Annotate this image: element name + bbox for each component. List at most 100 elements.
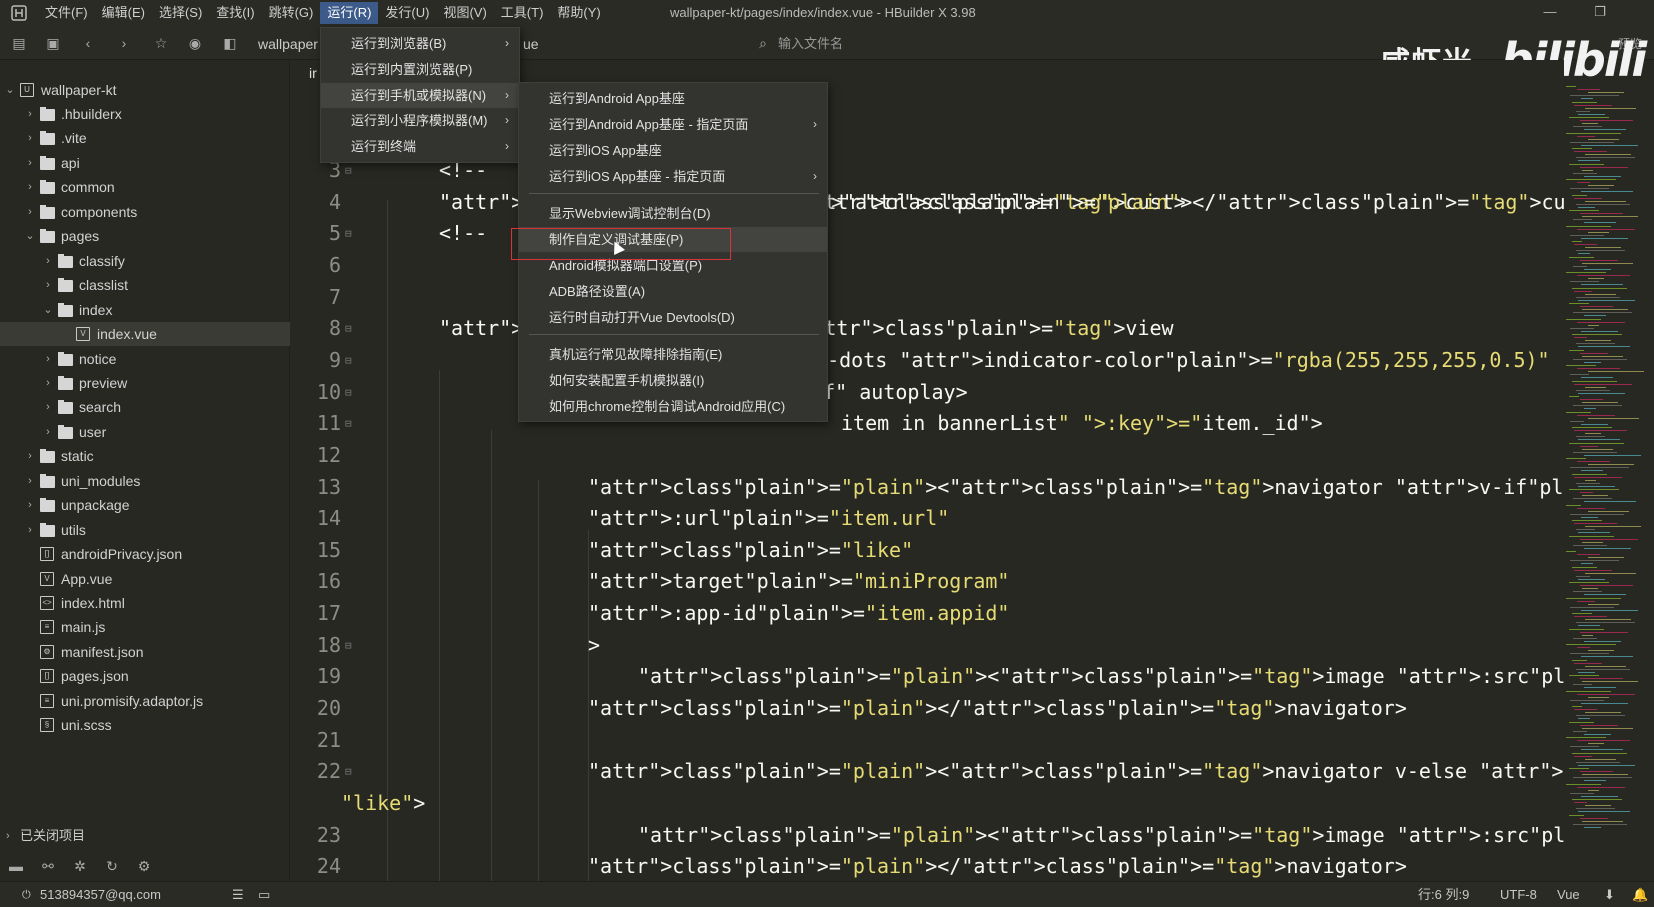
star-icon[interactable]: ☆ <box>150 32 172 54</box>
submenu-item[interactable]: 运行到iOS App基座 - 指定页面 › <box>519 164 827 189</box>
submenu-item[interactable]: ADB路径设置(A) <box>519 279 827 304</box>
menu-view[interactable]: 视图(V) <box>436 2 493 24</box>
chevron-right-icon[interactable]: › <box>24 151 36 175</box>
fold-icon[interactable]: ⊟ <box>345 417 352 430</box>
submenu-item[interactable]: 运行时自动打开Vue Devtools(D) <box>519 305 827 330</box>
bug-icon[interactable]: ✲ <box>70 856 90 876</box>
toolbar-tab-label[interactable]: wallpaper <box>258 32 318 56</box>
chevron-right-icon[interactable]: › <box>24 126 36 150</box>
toolbar-tab-suffix[interactable]: ue <box>523 32 539 56</box>
menu-find[interactable]: 查找(I) <box>209 2 261 24</box>
chevron-right-icon[interactable]: › <box>42 249 54 273</box>
fold-icon[interactable]: ⊟ <box>345 354 352 367</box>
tree-item--vite[interactable]: › .vite <box>0 126 290 150</box>
tree-item-uni-modules[interactable]: › uni_modules <box>0 469 290 493</box>
chevron-right-icon[interactable]: › <box>42 371 54 395</box>
tree-item-manifest-json[interactable]: ⚙ manifest.json <box>0 640 290 664</box>
run-menu-item[interactable]: 运行到小程序模拟器(M) › <box>321 108 519 133</box>
tree-item-androidprivacy-json[interactable]: [] androidPrivacy.json <box>0 542 290 566</box>
tree-item-user[interactable]: › user <box>0 420 290 444</box>
account-label[interactable]: 513894357@qq.com <box>40 882 161 907</box>
save-icon[interactable]: ▣ <box>42 32 64 54</box>
run-menu-item[interactable]: 运行到内置浏览器(P) <box>321 57 519 82</box>
run-menu-item[interactable]: 运行到手机或模拟器(N) › <box>321 82 519 108</box>
tree-item-utils[interactable]: › utils <box>0 518 290 542</box>
submenu-item[interactable]: 运行到Android App基座 - 指定页面 › <box>519 112 827 137</box>
download-icon[interactable]: ⬇ <box>1604 882 1615 907</box>
tree-item-index[interactable]: ⌄ index <box>0 298 290 322</box>
chevron-right-icon[interactable]: › <box>24 175 36 199</box>
new-file-icon[interactable]: ▤ <box>8 32 30 54</box>
tree-item-index-vue[interactable]: Vindex.vue <box>0 322 290 347</box>
tree-item-pages-json[interactable]: [] pages.json <box>0 664 290 688</box>
minimize-icon[interactable]: — <box>1530 0 1570 26</box>
chevron-down-icon[interactable]: ⌄ <box>24 224 36 248</box>
menu-goto[interactable]: 跳转(G) <box>262 2 321 24</box>
menu-select[interactable]: 选择(S) <box>152 2 209 24</box>
chevron-right-icon[interactable]: › <box>24 493 36 517</box>
language-label[interactable]: Vue <box>1557 882 1580 907</box>
menu-help[interactable]: 帮助(Y) <box>550 2 607 24</box>
project-root[interactable]: ⌄ U wallpaper-kt <box>0 78 290 102</box>
run-menu-item[interactable]: 运行到浏览器(B) › <box>321 31 519 56</box>
tree-item--hbuilderx[interactable]: › .hbuilderx <box>0 102 290 126</box>
tree-item-unpackage[interactable]: › unpackage <box>0 493 290 517</box>
submenu-item[interactable]: 运行到Android App基座 <box>519 86 827 111</box>
chevron-right-icon[interactable]: › <box>42 273 54 297</box>
plugin-icon[interactable]: ⚙ <box>134 856 154 876</box>
file-name-input[interactable]: 输入文件名 <box>778 32 843 56</box>
chevron-right-icon[interactable]: › <box>42 347 54 371</box>
chevron-right-icon[interactable]: › <box>24 102 36 126</box>
fold-icon[interactable]: ⊟ <box>345 639 352 652</box>
terminal-icon[interactable]: ▭ <box>258 882 270 907</box>
run-icon[interactable]: ◉ <box>184 32 206 54</box>
minimap[interactable] <box>1564 86 1654 846</box>
explorer-icon[interactable]: ▬ <box>6 856 26 876</box>
tree-item-index-html[interactable]: <> index.html <box>0 591 290 615</box>
fold-icon[interactable]: ⊟ <box>345 765 352 778</box>
binoculars-icon[interactable]: ⚯ <box>38 856 58 876</box>
tree-item-pages[interactable]: ⌄ pages <box>0 224 290 248</box>
submenu-item[interactable]: 如何安装配置手机模拟器(I) <box>519 368 827 393</box>
tree-item-preview[interactable]: › preview <box>0 371 290 395</box>
submenu-item[interactable]: 真机运行常见故障排除指南(E) <box>519 342 827 367</box>
tree-item-static[interactable]: › static <box>0 444 290 468</box>
list-icon[interactable]: ☰ <box>232 882 244 907</box>
menu-file[interactable]: 文件(F) <box>38 2 95 24</box>
encoding-label[interactable]: UTF-8 <box>1500 882 1537 907</box>
maximize-icon[interactable]: ❐ <box>1580 0 1620 26</box>
menu-tools[interactable]: 工具(T) <box>494 2 551 24</box>
chevron-right-icon[interactable]: › <box>24 469 36 493</box>
fold-icon[interactable]: ⊟ <box>345 227 352 240</box>
tree-item-classlist[interactable]: › classlist <box>0 273 290 297</box>
code-editor[interactable]: ir 3⊟<!--4"attr">class"plain">="plain"><… <box>291 60 1564 881</box>
chevron-right-icon[interactable]: › <box>24 200 36 224</box>
chevron-down-icon[interactable]: ⌄ <box>42 298 54 322</box>
bell-icon[interactable]: 🔔 <box>1632 882 1648 907</box>
menu-run[interactable]: 运行(R) <box>320 2 379 24</box>
fold-icon[interactable]: ⊟ <box>345 322 352 335</box>
menu-publish[interactable]: 发行(U) <box>378 2 436 24</box>
closed-projects[interactable]: › 已关闭项目 <box>0 824 85 848</box>
forward-icon[interactable]: › <box>113 32 135 54</box>
tree-item-api[interactable]: › api <box>0 151 290 175</box>
tree-item-notice[interactable]: › notice <box>0 347 290 371</box>
tree-item-search[interactable]: › search <box>0 395 290 419</box>
chevron-right-icon[interactable]: › <box>24 518 36 542</box>
tree-item-main-js[interactable]: ≡ main.js <box>0 615 290 639</box>
run-menu-item[interactable]: 运行到终端 › <box>321 134 519 159</box>
tree-item-common[interactable]: › common <box>0 175 290 199</box>
submenu-item[interactable]: 显示Webview调试控制台(D) <box>519 201 827 226</box>
chevron-right-icon[interactable]: › <box>24 444 36 468</box>
back-icon[interactable]: ‹ <box>77 32 99 54</box>
tree-item-uni-promisify-adaptor-js[interactable]: ≡ uni.promisify.adaptor.js <box>0 689 290 713</box>
cursor-position[interactable]: 行:6 列:9 <box>1418 882 1469 907</box>
tree-item-classify[interactable]: › classify <box>0 249 290 273</box>
chevron-right-icon[interactable]: › <box>42 395 54 419</box>
tree-item-uni-scss[interactable]: § uni.scss <box>0 713 290 737</box>
tree-item-components[interactable]: › components <box>0 200 290 224</box>
tree-item-app-vue[interactable]: V App.vue <box>0 567 290 591</box>
menu-edit[interactable]: 编辑(E) <box>95 2 152 24</box>
fold-icon[interactable]: ⊟ <box>345 164 352 177</box>
refresh-icon[interactable]: ↻ <box>102 856 122 876</box>
